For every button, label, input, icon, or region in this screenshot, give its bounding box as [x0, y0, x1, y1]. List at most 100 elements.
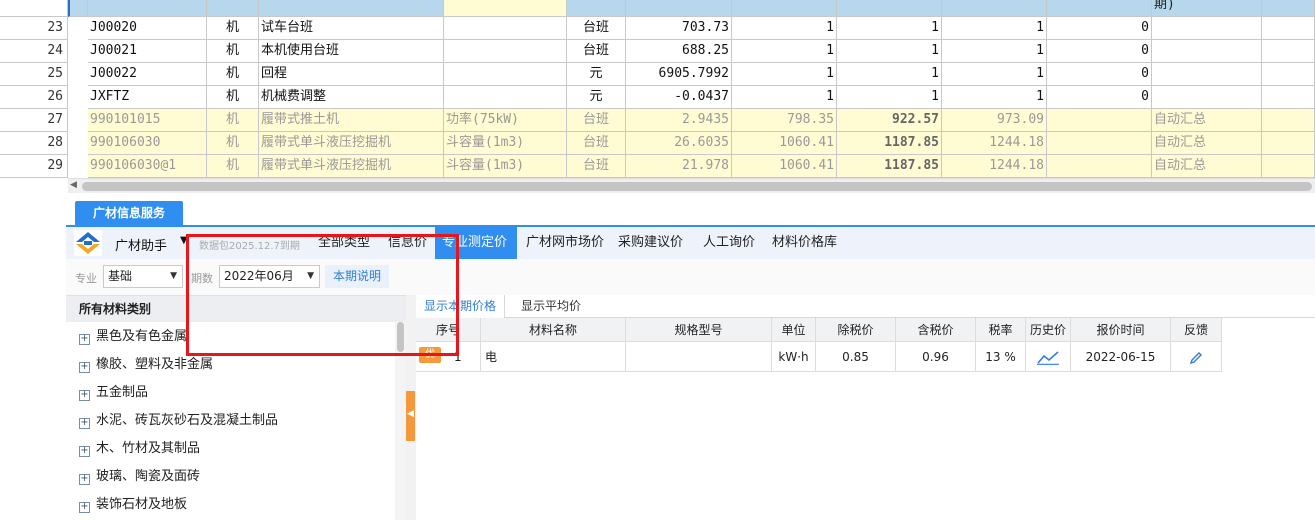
type-cell[interactable]: 机	[207, 17, 259, 40]
empty-cell[interactable]	[1262, 132, 1315, 155]
empty-cell[interactable]	[1262, 17, 1315, 40]
market-price-cell[interactable]: 1	[837, 86, 942, 109]
type-cell[interactable]: 机	[207, 109, 259, 132]
tree-item[interactable]: + 木、竹材及其制品	[79, 435, 200, 463]
column-header[interactable]: 材料名称	[481, 318, 626, 342]
quantity-cell[interactable]: 688.25	[626, 40, 732, 63]
panel-splitter[interactable]: ◀	[406, 295, 416, 520]
note-cell[interactable]: 自动汇总	[1152, 132, 1262, 155]
spec-cell[interactable]	[444, 86, 567, 109]
column-header[interactable]: 除税价	[816, 318, 896, 342]
spec-cell[interactable]	[444, 17, 567, 40]
row-number[interactable]: 25	[0, 63, 68, 86]
in-tax-price-cell[interactable]: 973.09	[942, 109, 1047, 132]
row-number[interactable]: 28	[0, 132, 68, 155]
assistant-brand[interactable]: 广材助手	[115, 235, 167, 254]
spec-cell[interactable]	[444, 40, 567, 63]
note-cell[interactable]	[1152, 63, 1262, 86]
table-row[interactable]: 25 J00022 机回程元 6905.7992 1 1 1 0	[0, 63, 1315, 86]
column-header[interactable]: 报价时间	[1071, 318, 1171, 342]
name-cell[interactable]: 履带式单斗液压挖掘机	[259, 132, 444, 155]
expand-plus-icon[interactable]: +	[79, 418, 90, 429]
market-price-cell[interactable]: 1	[837, 40, 942, 63]
trend-chart-icon[interactable]	[1037, 350, 1059, 365]
expand-plus-icon[interactable]: +	[79, 446, 90, 457]
unit-cell[interactable]: 台班	[567, 40, 626, 63]
collapse-handle[interactable]: ◀	[406, 391, 415, 441]
tab-info-price[interactable]: 信息价	[382, 227, 433, 259]
empty-cell[interactable]	[1262, 40, 1315, 63]
tab-market-price[interactable]: 广材网市场价	[520, 227, 610, 259]
unit-cell[interactable]: 台班	[567, 109, 626, 132]
tree-item[interactable]: + 五金制品	[79, 379, 148, 407]
budget-price-cell[interactable]: 1	[732, 63, 837, 86]
period-note-button[interactable]: 本期说明	[325, 265, 389, 288]
horizontal-scrollbar[interactable]: ◀	[68, 178, 1315, 193]
table-row[interactable]: 27 990101015 机履带式推土机 功率(75kW) 台班 2.9435 798.35…	[0, 109, 1315, 132]
column-header[interactable]: 单位	[772, 318, 816, 342]
name-cell[interactable]: 试车台班	[259, 17, 444, 40]
in-tax-price-cell[interactable]: 1244.18	[942, 155, 1047, 178]
table-row[interactable]: 24 J00021 机本机使用台班 台班 688.25 1 1 1 0	[0, 40, 1315, 63]
major-select[interactable]: 基础 ▼	[103, 265, 183, 288]
column-header[interactable]: 规格型号	[626, 318, 772, 342]
table-row[interactable]: 23 J00020 机试车台班 台班 703.73 1 1 1 0	[0, 17, 1315, 40]
code-cell[interactable]: JXFTZ	[88, 86, 207, 109]
history-cell[interactable]	[1026, 342, 1071, 372]
empty-cell[interactable]	[1262, 109, 1315, 132]
type-cell[interactable]: 机	[207, 155, 259, 178]
row-number[interactable]: 23	[0, 17, 68, 40]
type-cell[interactable]: 机	[207, 132, 259, 155]
adjust-cell[interactable]	[1047, 132, 1152, 155]
tab-average-price[interactable]: 显示平均价	[513, 295, 589, 318]
note-cell[interactable]	[1152, 40, 1262, 63]
in-tax-price-cell[interactable]: 1244.18	[942, 132, 1047, 155]
name-cell[interactable]: 机械费调整	[259, 86, 444, 109]
name-cell[interactable]: 回程	[259, 63, 444, 86]
tab-price-library[interactable]: 材料价格库	[766, 227, 843, 259]
code-cell[interactable]: J00020	[88, 17, 207, 40]
spec-cell[interactable]	[444, 63, 567, 86]
expand-plus-icon[interactable]: +	[79, 390, 90, 401]
spec-cell[interactable]: 功率(75kW)	[444, 109, 567, 132]
tree-item[interactable]: + 装饰石材及地板	[79, 491, 187, 519]
tab-current-price[interactable]: 显示本期价格	[416, 295, 506, 318]
column-header[interactable]: 序号	[416, 318, 481, 342]
unit-cell[interactable]: 元	[567, 86, 626, 109]
market-price-cell[interactable]: 922.57	[837, 109, 942, 132]
code-cell[interactable]: 990106030	[88, 132, 207, 155]
type-cell[interactable]: 机	[207, 63, 259, 86]
budget-price-cell[interactable]: 1060.41	[732, 155, 837, 178]
expand-plus-icon[interactable]: +	[79, 474, 90, 485]
column-header[interactable]: 税率	[976, 318, 1026, 342]
feedback-cell[interactable]	[1171, 342, 1222, 372]
in-tax-price-cell[interactable]: 1	[942, 86, 1047, 109]
column-header[interactable]: 历史价	[1026, 318, 1071, 342]
adjust-cell[interactable]	[1047, 109, 1152, 132]
panel-tab-material-info[interactable]: 广材信息服务	[75, 201, 183, 225]
scrollbar-thumb[interactable]	[397, 322, 404, 352]
table-row[interactable]: 优 1 电 kW·h 0.85 0.96 13 % 2022-06-15	[416, 342, 1222, 372]
market-price-cell[interactable]: 1187.85	[837, 132, 942, 155]
tree-item[interactable]: + 玻璃、陶瓷及面砖	[79, 463, 200, 491]
row-number[interactable]: 26	[0, 86, 68, 109]
row-number[interactable]: 29	[0, 155, 68, 178]
expand-plus-icon[interactable]: +	[79, 502, 90, 513]
tree-item[interactable]: + 橡胶、塑料及非金属	[79, 351, 213, 379]
row-number[interactable]: 24	[0, 40, 68, 63]
in-tax-price-cell[interactable]: 1	[942, 40, 1047, 63]
scroll-left-icon[interactable]: ◀	[70, 180, 77, 190]
name-cell[interactable]: 本机使用台班	[259, 40, 444, 63]
table-row[interactable]: 26 JXFTZ 机机械费调整元 -0.0437 1 1 1 0	[0, 86, 1315, 109]
empty-cell[interactable]	[1262, 63, 1315, 86]
note-cell[interactable]: 自动汇总	[1152, 109, 1262, 132]
quantity-cell[interactable]: -0.0437	[626, 86, 732, 109]
unit-cell[interactable]: 元	[567, 63, 626, 86]
type-cell[interactable]: 机	[207, 86, 259, 109]
market-price-cell[interactable]: 1	[837, 17, 942, 40]
table-row[interactable]: 28 990106030 机履带式单斗液压挖掘机 斗容量(1m3) 台班 26.6035 1…	[0, 132, 1315, 155]
note-cell[interactable]	[1152, 17, 1262, 40]
chevron-down-icon[interactable]: ▼	[180, 235, 188, 246]
code-cell[interactable]: J00021	[88, 40, 207, 63]
type-cell[interactable]: 机	[207, 40, 259, 63]
